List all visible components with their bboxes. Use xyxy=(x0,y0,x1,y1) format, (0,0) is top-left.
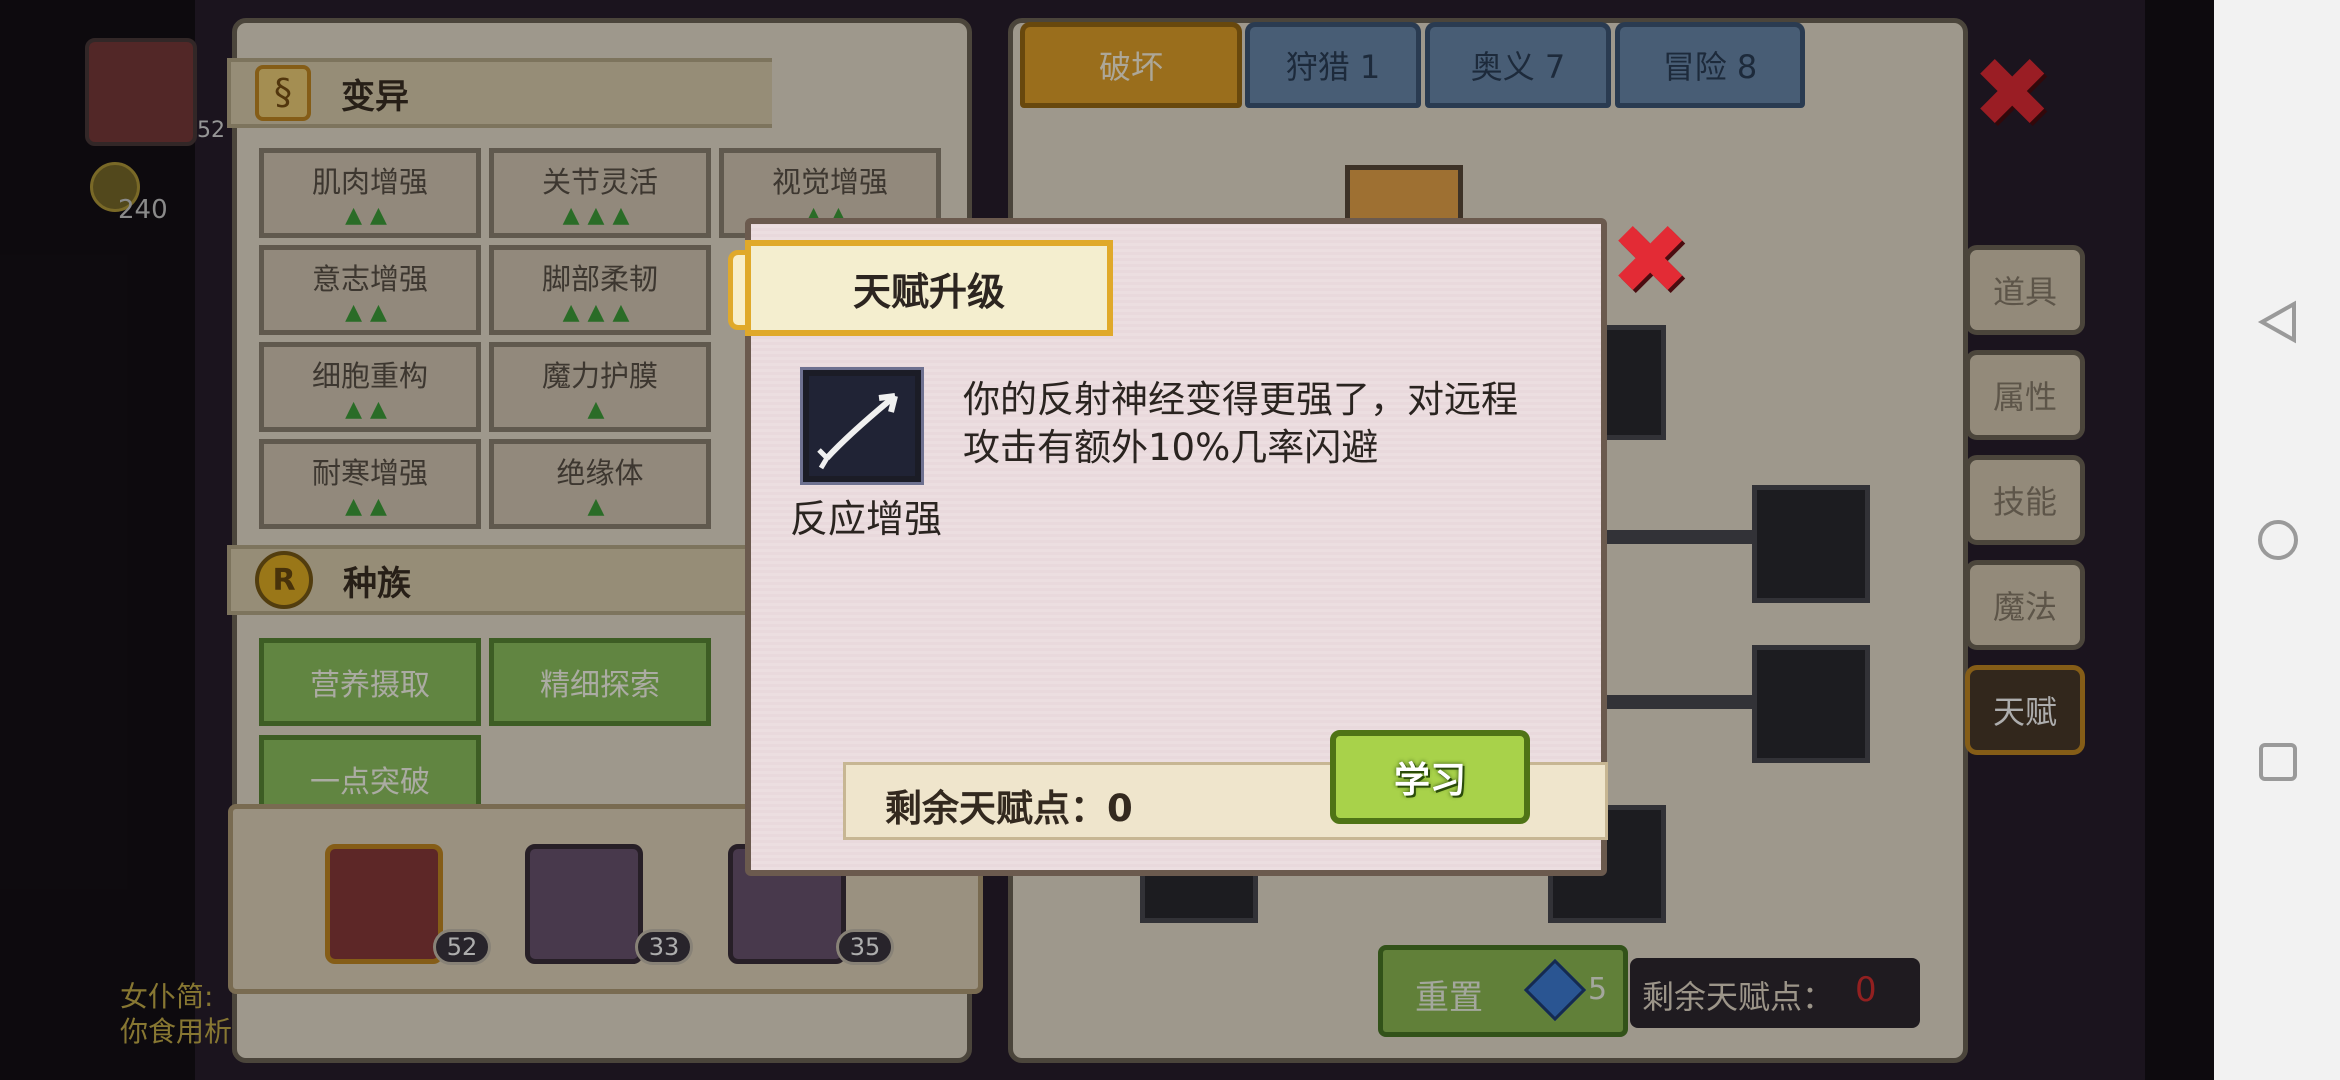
skill-name: 反应增强 xyxy=(789,497,942,541)
arrow-skill-icon xyxy=(800,367,924,485)
close-dialog-icon[interactable]: ✖ xyxy=(1610,212,1690,308)
recents-icon[interactable] xyxy=(2258,742,2298,782)
home-icon[interactable] xyxy=(2256,518,2300,562)
system-nav-bar xyxy=(2214,0,2340,1080)
game-stage: 52 240 女仆简: 你食用析 § 变异 肌肉增强 ▲▲ 关节灵活 ▲▲▲ 视觉增… xyxy=(0,0,2214,1080)
arrow-glyph xyxy=(817,393,898,470)
dialog-remaining-points: 剩余天赋点：0 xyxy=(885,787,1133,830)
skill-description: 你的反射神经变得更强了，对远程攻击有额外10%几率闪避 xyxy=(963,378,1518,469)
dialog-title: 天赋升级 xyxy=(745,240,1113,336)
learn-button[interactable]: 学习 xyxy=(1330,730,1530,824)
back-icon[interactable] xyxy=(2256,300,2300,344)
